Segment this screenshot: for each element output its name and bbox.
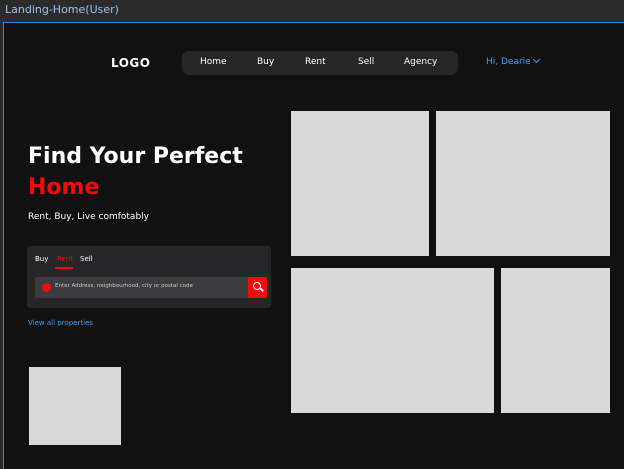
search-placeholder: Enter Address, neighbourhood, city or po… <box>55 283 193 289</box>
image-placeholder-small <box>29 367 121 445</box>
view-all-properties-link[interactable]: View all properties <box>28 319 93 327</box>
image-placeholder-2 <box>436 111 610 256</box>
location-pin-icon <box>42 283 51 292</box>
hero-title-line1: Find Your Perfect <box>28 144 243 169</box>
hero-title-line2: Home <box>28 175 100 200</box>
search-button[interactable] <box>248 277 267 298</box>
image-placeholder-1 <box>291 111 429 256</box>
tab-buy[interactable]: Buy <box>35 255 48 263</box>
nav-home[interactable]: Home <box>200 57 227 67</box>
logo[interactable]: LOGO <box>111 56 150 70</box>
image-placeholder-3 <box>291 268 494 413</box>
search-input[interactable]: Enter Address, neighbourhood, city or po… <box>35 277 267 298</box>
image-placeholder-4 <box>501 268 610 413</box>
landing-page-frame: LOGO Home Buy Rent Sell Agency Hi, Deari… <box>3 22 624 469</box>
nav-sell[interactable]: Sell <box>358 57 374 67</box>
search-card: Buy Rent Sell Enter Address, neighbourho… <box>27 246 271 308</box>
hero-title: Find Your Perfect Home <box>28 141 243 203</box>
user-menu[interactable]: Hi, Dearie <box>486 55 540 67</box>
active-tab-indicator <box>55 267 73 269</box>
hero-subtitle: Rent, Buy, Live comfotably <box>28 212 149 222</box>
nav-agency[interactable]: Agency <box>404 57 437 67</box>
user-greeting: Hi, Dearie <box>486 57 531 67</box>
nav-buy[interactable]: Buy <box>257 57 274 67</box>
nav-rent[interactable]: Rent <box>305 57 326 67</box>
main-nav: Home Buy Rent Sell Agency <box>182 51 458 75</box>
frame-title: Landing-Home(User) <box>5 3 119 16</box>
tab-rent[interactable]: Rent <box>57 255 73 263</box>
chevron-down-icon <box>532 55 540 64</box>
tab-sell[interactable]: Sell <box>80 255 93 263</box>
